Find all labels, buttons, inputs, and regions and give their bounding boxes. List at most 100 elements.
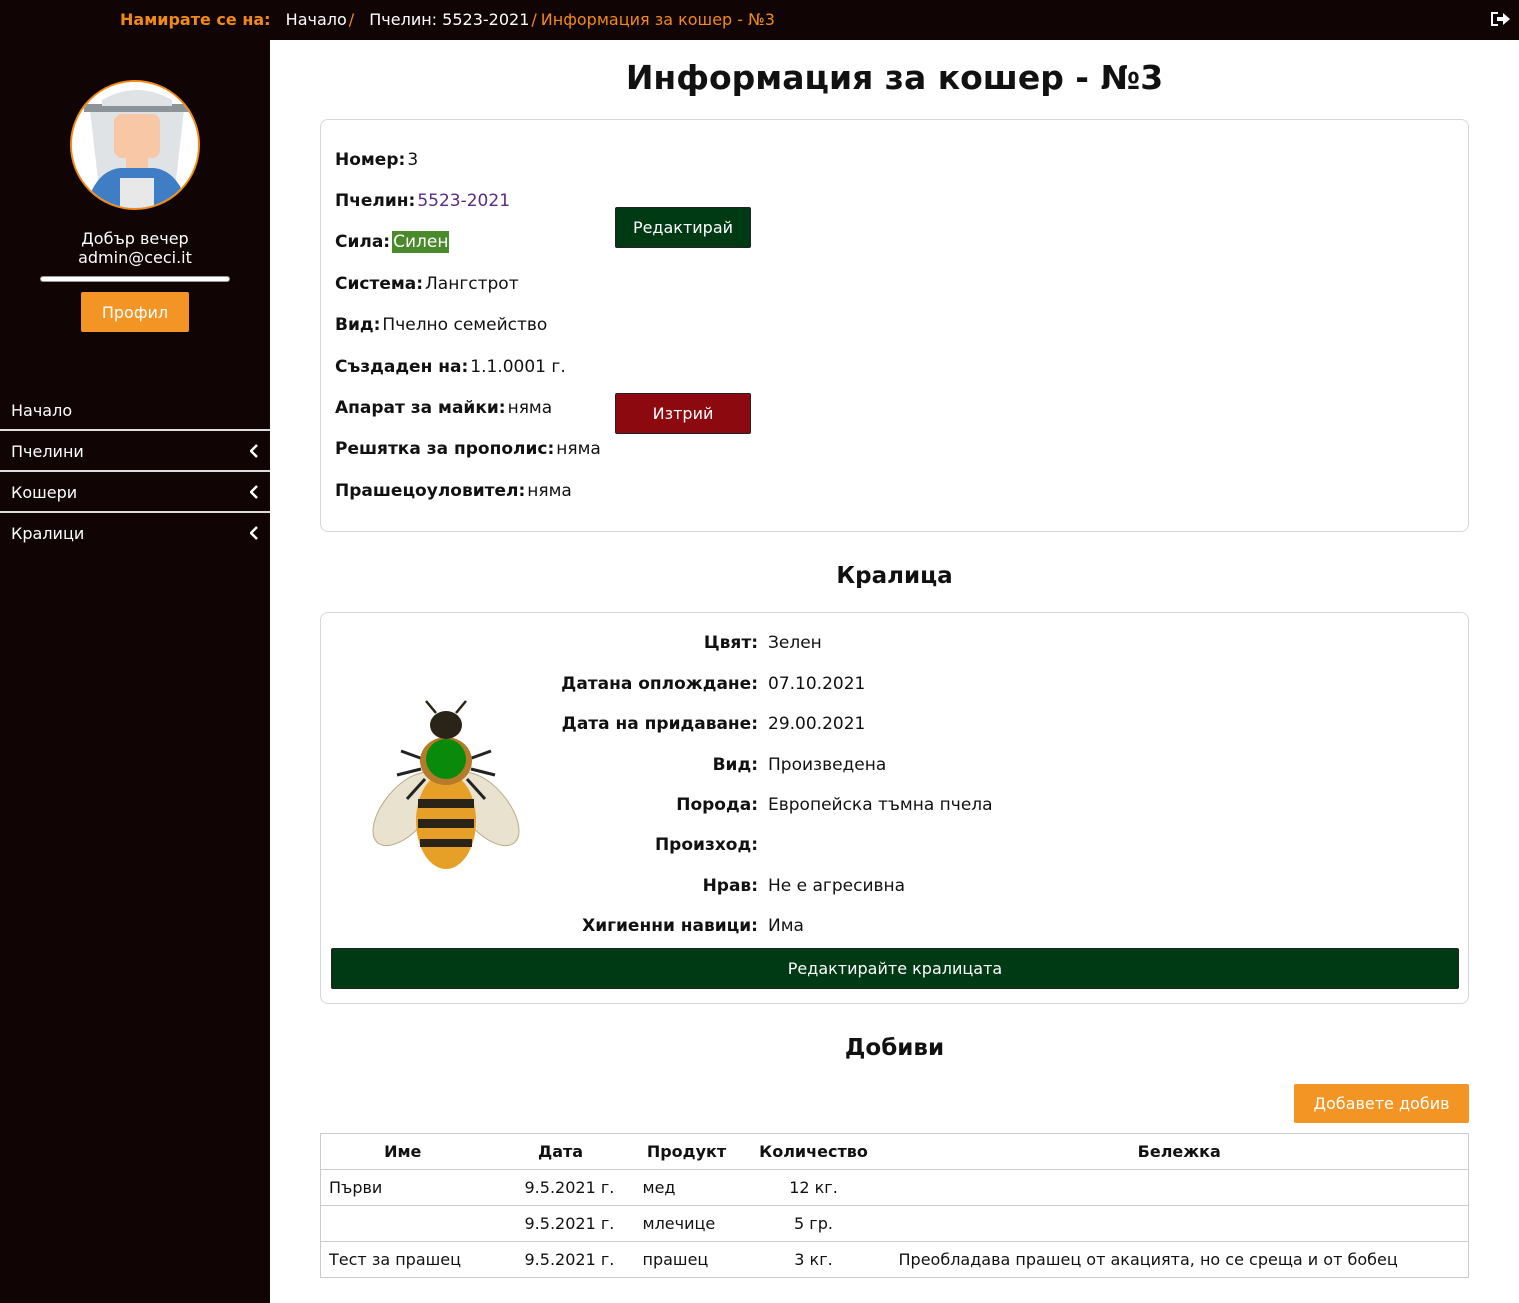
field-label: Апарат за майки: (335, 398, 506, 418)
breadcrumb-current: Информация за кошер - №3 (540, 10, 775, 29)
queen-label-hygiene: Хигиенни навици: (582, 916, 758, 936)
hive-info-card: Номер: 3 Пчелин: 5523-2021 Сила: Силен Сист… (320, 119, 1469, 532)
chevron-left-icon (250, 526, 258, 540)
breadcrumb-lead: Намирате се на: (120, 10, 271, 29)
cell-quantity: 3 кг. (736, 1241, 891, 1278)
queen-value-color: Зелен (768, 633, 822, 653)
queen-value-mating-date: 07.10.2021 (768, 674, 866, 694)
page-title: Информация за кошер - №3 (625, 58, 1164, 97)
column-header-quantity: Количество (736, 1133, 891, 1170)
logout-icon[interactable] (1489, 9, 1511, 29)
cell-name (320, 1205, 485, 1242)
column-header-note: Бележка (890, 1133, 1469, 1170)
queen-value-type: Произведена (768, 755, 887, 775)
sidebar-divider (40, 276, 230, 282)
breadcrumb-separator: / (531, 10, 537, 29)
cell-name: Тест за прашец (320, 1241, 485, 1278)
cell-note (890, 1169, 1469, 1206)
hive-created: 1.1.0001 г. (470, 357, 566, 377)
breadcrumb: Намирате се на: Начало / Пчелин: 5523-202… (120, 10, 775, 29)
queen-label-mating-date: Датана оплождане: (561, 674, 758, 694)
sidebar-item-label: Начало (11, 401, 73, 420)
cell-quantity: 12 кг. (736, 1169, 891, 1206)
sidebar-item-queens[interactable]: Кралици (0, 513, 270, 554)
queen-label-breed: Порода: (676, 795, 758, 815)
yields-section-title: Добиви (844, 1035, 945, 1061)
cell-product: мед (636, 1169, 737, 1206)
sidebar-item-home[interactable]: Начало (0, 390, 270, 431)
sidebar: Добър вечер admin@ceci.it Профил Начало … (0, 40, 270, 1303)
edit-queen-button[interactable]: Редактирайте кралицата (331, 948, 1459, 989)
yields-table: Име Дата Продукт Количество Бележка Първ… (320, 1133, 1469, 1278)
column-header-date: Дата (484, 1133, 637, 1170)
queen-label-color: Цвят: (703, 633, 758, 653)
hive-number: 3 (407, 150, 419, 170)
hive-queen-device: няма (507, 398, 553, 418)
edit-hive-button[interactable]: Редактирай (615, 207, 751, 248)
breadcrumb-apiary[interactable]: Пчелин: 5523-2021 (369, 10, 529, 29)
field-label: Сила: (335, 232, 391, 252)
cell-product: млечице (636, 1205, 737, 1242)
hive-pollen-row: Прашецоуловител: няма (335, 481, 572, 501)
hive-propolis: няма (556, 439, 601, 459)
top-bar: Намирате се на: Начало / Пчелин: 5523-202… (0, 0, 1519, 40)
queen-value-breed: Европейска тъмна пчела (768, 795, 993, 815)
column-header-name: Име (320, 1133, 485, 1170)
sidebar-nav: Начало Пчелини Кошери Кралици (0, 390, 270, 554)
queen-card: Цвят: Зелен Датана оплождане: 07.10.2021… (320, 612, 1469, 1004)
chevron-left-icon (250, 485, 258, 499)
user-email: admin@ceci.it (78, 248, 192, 267)
queen-label-temper: Нрав: (702, 876, 758, 896)
field-label: Създаден на: (335, 357, 469, 377)
cell-name: Първи (320, 1169, 485, 1206)
add-yield-button[interactable]: Добавете добив (1294, 1084, 1469, 1123)
breadcrumb-home[interactable]: Начало (286, 10, 347, 29)
avatar (70, 80, 200, 210)
delete-hive-button[interactable]: Изтрий (615, 393, 751, 434)
table-header-row: Име Дата Продукт Количество Бележка (320, 1133, 1469, 1170)
hive-number-row: Номер: 3 (335, 150, 418, 170)
cell-product: прашец (636, 1241, 737, 1278)
hive-type-row: Вид: Пчелно семейство (335, 315, 547, 335)
queen-value-temper: Не е агресивна (768, 876, 906, 896)
greeting-text: Добър вечер (81, 229, 189, 248)
beekeeper-avatar-icon (72, 82, 198, 208)
table-row: 9.5.2021 г. млечице 5 гр. (320, 1205, 1469, 1242)
cell-quantity: 5 гр. (736, 1205, 891, 1242)
field-label: Решятка за прополис: (335, 439, 555, 459)
hive-type: Пчелно семейство (382, 315, 548, 335)
sidebar-item-apiaries[interactable]: Пчелини (0, 431, 270, 472)
field-label: Система: (335, 274, 424, 294)
profile-button[interactable]: Профил (81, 292, 189, 332)
sidebar-item-hives[interactable]: Кошери (0, 472, 270, 513)
sidebar-item-label: Кралици (11, 524, 85, 543)
hive-apiary-row: Пчелин: 5523-2021 (335, 191, 510, 211)
hive-queen-device-row: Апарат за майки: няма (335, 398, 552, 418)
chevron-left-icon (250, 444, 258, 458)
queen-label-type: Вид: (712, 755, 758, 775)
strength-badge: Силен (392, 231, 450, 253)
queen-label-added-date: Дата на придаване: (561, 714, 758, 734)
cell-date: 9.5.2021 г. (484, 1241, 637, 1278)
cell-date: 9.5.2021 г. (484, 1169, 637, 1206)
cell-note (890, 1205, 1469, 1242)
hive-system: Лангстрот (425, 274, 519, 294)
queen-value-hygiene: Има (768, 916, 804, 936)
column-header-product: Продукт (636, 1133, 737, 1170)
hive-system-row: Система: Лангстрот (335, 274, 519, 294)
apiary-link[interactable]: 5523-2021 (417, 191, 510, 211)
hive-strength-row: Сила: Силен (335, 231, 450, 253)
field-label: Вид: (335, 315, 381, 335)
field-label: Пчелин: (335, 191, 416, 211)
hive-pollen: няма (527, 481, 572, 501)
sidebar-item-label: Пчелини (11, 442, 84, 461)
main-content: Информация за кошер - №3 Номер: 3 Пчелин:… (270, 40, 1519, 1303)
queen-value-added-date: 29.00.2021 (768, 714, 866, 734)
table-row: Първи 9.5.2021 г. мед 12 кг. (320, 1169, 1469, 1206)
sidebar-item-label: Кошери (11, 483, 78, 502)
table-row: Тест за прашец 9.5.2021 г. прашец 3 кг. … (320, 1241, 1469, 1278)
queen-section-title: Кралица (836, 563, 953, 589)
cell-date: 9.5.2021 г. (484, 1205, 637, 1242)
cell-note: Преобладава прашец от акацията, но се ср… (890, 1241, 1469, 1278)
hive-created-row: Създаден на: 1.1.0001 г. (335, 357, 566, 377)
